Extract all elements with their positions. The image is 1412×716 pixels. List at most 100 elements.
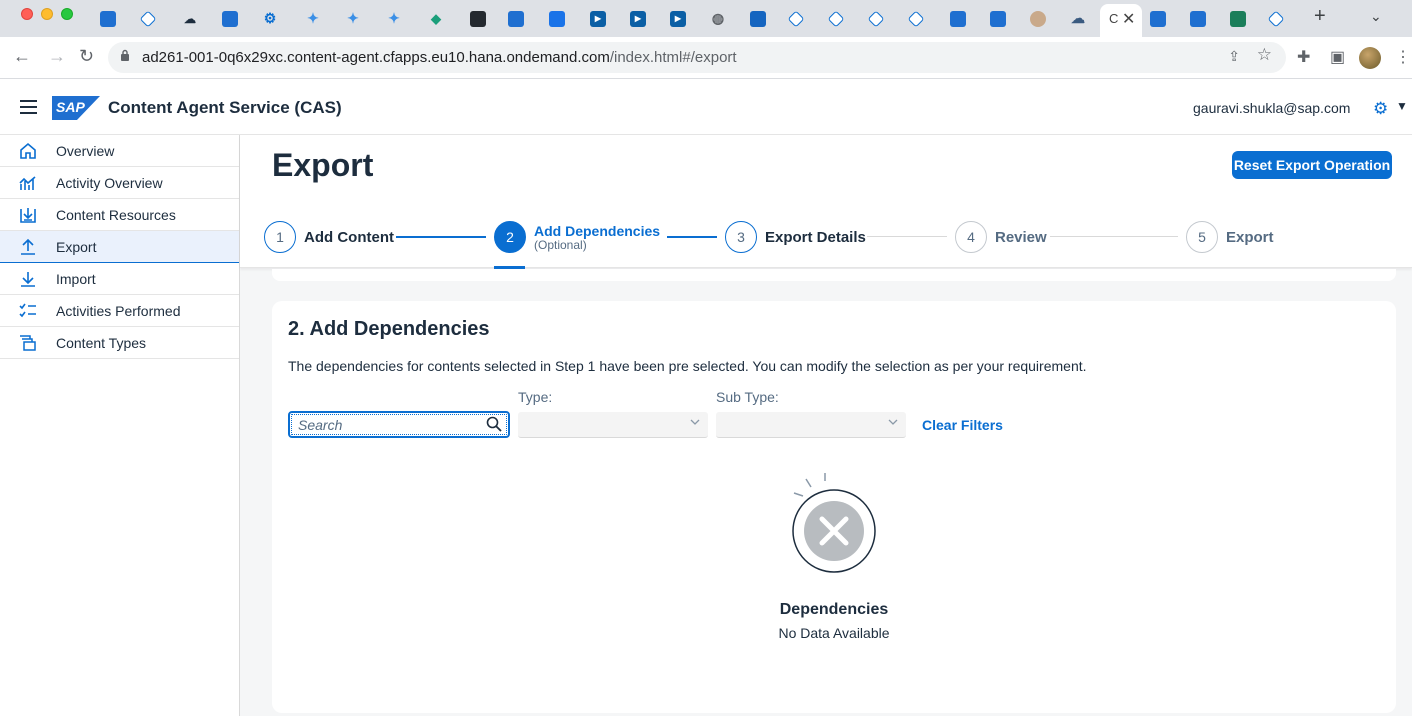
forward-arrow-icon[interactable]: → [48,46,66,67]
browser-tab[interactable] [1230,6,1246,31]
sidebar-item-activity-overview[interactable]: Activity Overview [0,167,239,199]
sidebar-item-activities-performed[interactable]: Activities Performed [0,295,239,327]
gear-icon[interactable]: ⚙ [1373,99,1388,119]
sap-favicon-icon [222,10,238,27]
minimize-window-button[interactable] [41,8,53,20]
share-icon[interactable]: ⇪ [1228,48,1240,65]
sidebar-item-overview[interactable]: Overview [0,135,239,167]
avatar-favicon-icon [1030,10,1046,27]
shell-bar: SAP Content Agent Service (CAS) gauravi.… [0,79,1412,135]
section-description: The dependencies for contents selected i… [288,358,1087,374]
side-navigation: Overview Activity Overview Content Resou… [0,135,240,716]
previous-card-edge [272,269,1396,281]
browser-tab[interactable] [470,6,486,31]
browser-tab[interactable] [139,6,157,31]
new-tab-plus-icon[interactable]: + [1314,5,1326,28]
browser-tab[interactable] [787,6,805,31]
sidebar-item-content-types[interactable]: Content Types [0,327,239,359]
browser-tab-bar: ☁ ⚙ ✦ ✦ ✦ ◆ ▶ ▶ ▶ ◍ ☁ C ✕ + ⌄ [0,0,1412,37]
play-favicon-icon: ▶ [630,10,646,27]
sap-favicon-icon [100,10,116,27]
url-host: ad261-001-0q6x29xc.content-agent.cfapps.… [142,49,610,66]
sidebar-item-label: Content Types [56,335,147,351]
step-sublabel: (Optional) [534,238,587,252]
close-tab-icon[interactable]: ✕ [1122,9,1135,29]
sidebar-item-label: Import [56,271,96,287]
browser-tab[interactable] [827,6,845,31]
browser-tab[interactable] [1150,6,1166,31]
browser-tab[interactable]: ◆ [428,6,444,31]
browser-tab[interactable]: ◍ [710,6,726,31]
browser-tab[interactable] [907,6,925,31]
user-email[interactable]: gauravi.shukla@sap.com [1193,100,1350,116]
browser-tab[interactable] [1030,6,1046,31]
browser-tab[interactable] [950,6,966,31]
sap-favicon-icon [950,10,966,27]
azure-favicon-icon [750,10,766,27]
address-bar[interactable]: ad261-001-0q6x29xc.content-agent.cfapps.… [108,42,1286,73]
reset-export-operation-button[interactable]: Reset Export Operation [1232,151,1392,179]
sharepoint-favicon-icon [1230,10,1246,27]
sap-logo[interactable]: SAP [52,96,100,120]
reload-icon[interactable]: ↻ [79,46,94,67]
globe-favicon-icon: ◆ [431,10,441,26]
browser-tab[interactable] [750,6,766,31]
search-field[interactable] [288,411,510,438]
subtype-filter-select[interactable] [716,412,906,438]
browser-tab[interactable] [1190,6,1206,31]
sidebar-item-export[interactable]: Export [0,231,239,263]
step-label: Export Details [765,229,866,246]
diamond-favicon-icon [867,10,885,27]
browser-tab[interactable] [867,6,885,31]
step-number: 4 [955,221,987,253]
home-icon [18,142,38,160]
browser-menu-icon[interactable]: ⋮ [1395,47,1411,67]
active-browser-tab[interactable]: C ✕ [1100,4,1142,37]
browser-tab[interactable] [549,6,565,31]
sap-favicon-icon [508,10,524,27]
browser-tab[interactable]: ✦ [386,6,402,31]
chevron-down-icon[interactable]: ▼ [1396,99,1408,113]
diamond-favicon-icon [139,10,157,27]
browser-tab[interactable]: ☁ [1070,6,1086,31]
hamburger-menu-icon[interactable] [20,100,37,114]
browser-tab[interactable]: ⚙ [262,6,278,31]
browser-tab[interactable]: ✦ [305,6,321,31]
diamond-favicon-icon [1267,10,1285,27]
type-filter-select[interactable] [518,412,708,438]
step-number: 5 [1186,221,1218,253]
sidebar-item-content-resources[interactable]: Content Resources [0,199,239,231]
browser-tab[interactable]: ▶ [670,6,686,31]
page-title: Export [272,147,374,183]
profile-avatar[interactable] [1359,47,1381,69]
sparkle-favicon-icon: ✦ [388,10,400,26]
browser-tab[interactable] [222,6,238,31]
upload-icon [18,238,38,256]
browser-tab[interactable] [1267,6,1285,31]
search-icon[interactable] [486,416,502,432]
search-input[interactable] [298,416,478,434]
sidebar-item-label: Activities Performed [56,303,181,319]
side-panel-icon[interactable]: ▣ [1330,47,1345,67]
close-window-button[interactable] [21,8,33,20]
wizard-connector [1050,236,1178,237]
extensions-puzzle-icon[interactable]: ✚ [1297,47,1310,67]
tab-list-chevron-icon[interactable]: ⌄ [1370,8,1382,25]
sidebar-item-import[interactable]: Import [0,263,239,295]
browser-tab[interactable]: ▶ [590,6,606,31]
bookmark-star-icon[interactable]: ☆ [1257,45,1272,65]
browser-tab[interactable] [990,6,1006,31]
browser-tab[interactable] [508,6,524,31]
clear-filters-link[interactable]: Clear Filters [922,417,1003,433]
browser-tab[interactable]: ✦ [345,6,361,31]
back-arrow-icon[interactable]: ← [13,46,31,67]
browser-tab[interactable]: ▶ [630,6,646,31]
browser-tab[interactable] [100,6,116,31]
browser-tab[interactable]: ☁ [182,6,198,31]
sap-favicon-icon [1190,10,1206,27]
url-path: /index.html#/export [609,49,737,66]
type-filter-label: Type: [518,389,553,405]
url-text: ad261-001-0q6x29xc.content-agent.cfapps.… [142,49,737,66]
maximize-window-button[interactable] [61,8,73,20]
step-number: 3 [725,221,757,253]
